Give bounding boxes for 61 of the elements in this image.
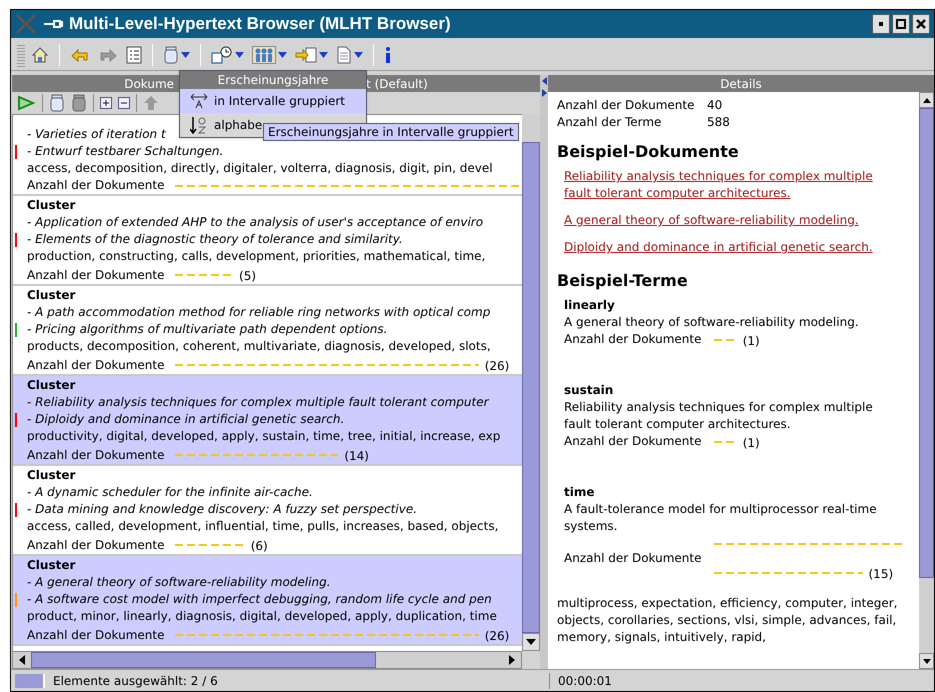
document-title: - Application of extended AHP to the analysis of user's acceptance of enviro xyxy=(27,215,484,229)
count-value: (15) xyxy=(868,566,894,582)
cluster-title: Cluster xyxy=(27,467,76,484)
tooltip: Erscheinungsjahre in Intervalle gruppiert xyxy=(263,123,519,141)
term-title: sustain xyxy=(564,382,614,399)
term-list: production, constructing, calls, development, priorities, mathematical, time, xyxy=(27,248,486,265)
document-title: - A software cost model with imperfect debugging, random life cycle and pen xyxy=(27,592,492,606)
document-title: - A path accommodation method for reliable ring networks with optical comp xyxy=(27,305,490,319)
panel-title: Details xyxy=(720,76,762,92)
count-label: Anzahl der Dokumente xyxy=(564,433,703,450)
count-value: (14) xyxy=(344,448,369,464)
cluster-title: Cluster xyxy=(27,557,76,574)
document-title: - Pricing algorithms of multivariate path dependent options. xyxy=(27,322,388,336)
cluster-title: Cluster xyxy=(27,377,76,394)
term-list: multiprocess, expectation, efficiency, computer, integer, objects, corollaries, sections, vlsi, simple, advances, fail, memory, signals, intuitively, rapid, xyxy=(557,595,910,646)
count-label: Anzahl der Dokumente xyxy=(27,626,165,644)
panel-title: t (Default) xyxy=(366,76,428,92)
status-time: 00:00:01 xyxy=(558,672,612,690)
count-label: Anzahl der Dokumente xyxy=(564,331,703,348)
count-value: (26) xyxy=(484,358,510,374)
document-title: - Reliability analysis techniques for complex multiple fault tolerant computer xyxy=(27,395,489,409)
count-value: (1) xyxy=(742,332,760,350)
cluster-title: Cluster xyxy=(27,287,76,304)
term-title: time xyxy=(564,484,594,501)
document-title: - Diploidy and dominance in artificial genetic search. xyxy=(27,412,344,426)
term-list: access, decomposition, directly, digitaler, volterra, diagnosis, digit, pin, devel xyxy=(27,160,493,177)
stat-value: 40 xyxy=(707,97,722,114)
count-label: Anzahl der Dokumente xyxy=(27,266,165,284)
document-title: - Varieties of iteration t xyxy=(27,127,166,141)
term-document: Reliability analysis techniques for complex multiple fault tolerant computer architectures. xyxy=(564,399,874,433)
term-list: productivity, digital, developed, apply, sustain, time, tree, initial, increase, exp xyxy=(27,428,500,445)
window-title: Multi-Level-Hypertext Browser (MLHT Browser) xyxy=(69,13,451,36)
term-document: A general theory of software-reliability modeling. xyxy=(564,314,860,331)
status-text: Elemente ausgewählt: 2 / 6 xyxy=(53,672,218,690)
cluster-title: Cluster xyxy=(27,197,76,214)
term-list: products, decomposition, coherent, multivariate, diagnosis, developed, slots, xyxy=(27,338,491,355)
term-title: linearly xyxy=(564,297,615,314)
section-heading: Beispiel-Dokumente xyxy=(557,143,739,160)
term-document: A fault-tolerance model for multiprocessor real-time systems. xyxy=(564,501,878,535)
section-heading: Beispiel-Terme xyxy=(557,272,688,289)
count-label: Anzahl der Dokumente xyxy=(27,446,165,464)
panel-title: Dokume xyxy=(124,76,174,92)
count-value: (1) xyxy=(742,434,760,452)
stat-label: Anzahl der Terme xyxy=(557,114,662,131)
count-label: Anzahl der Dokumente xyxy=(27,177,165,194)
stat-label: Anzahl der Dokumente xyxy=(557,97,696,114)
stat-value: 588 xyxy=(707,114,730,131)
document-title: - Entwurf testbarer Schaltungen. xyxy=(27,144,224,158)
term-list: product, minor, linearly, diagnosis, digital, developed, apply, duplication, time xyxy=(27,608,497,625)
count-label: Anzahl der Dokumente xyxy=(564,550,703,566)
document-title: - Data mining and knowledge discovery: A fuzzy set perspective. xyxy=(27,502,418,516)
count-label: Anzahl der Dokumente xyxy=(27,536,165,554)
count-value: (6) xyxy=(250,538,268,554)
count-label: Anzahl der Dokumente xyxy=(27,356,165,374)
term-list: access, called, development, influential, time, pulls, increases, based, objects, xyxy=(27,518,498,535)
count-value: (26) xyxy=(484,628,510,644)
document-title: - Elements of the diagnostic theory of tolerance and similarity. xyxy=(27,232,403,246)
menu-title: Erscheinungsjahre xyxy=(180,71,366,89)
document-title: - A dynamic scheduler for the infinite air-cache. xyxy=(27,485,313,499)
count-value: (5) xyxy=(239,268,256,284)
document-title: - A general theory of software-reliability modeling. xyxy=(27,575,331,589)
